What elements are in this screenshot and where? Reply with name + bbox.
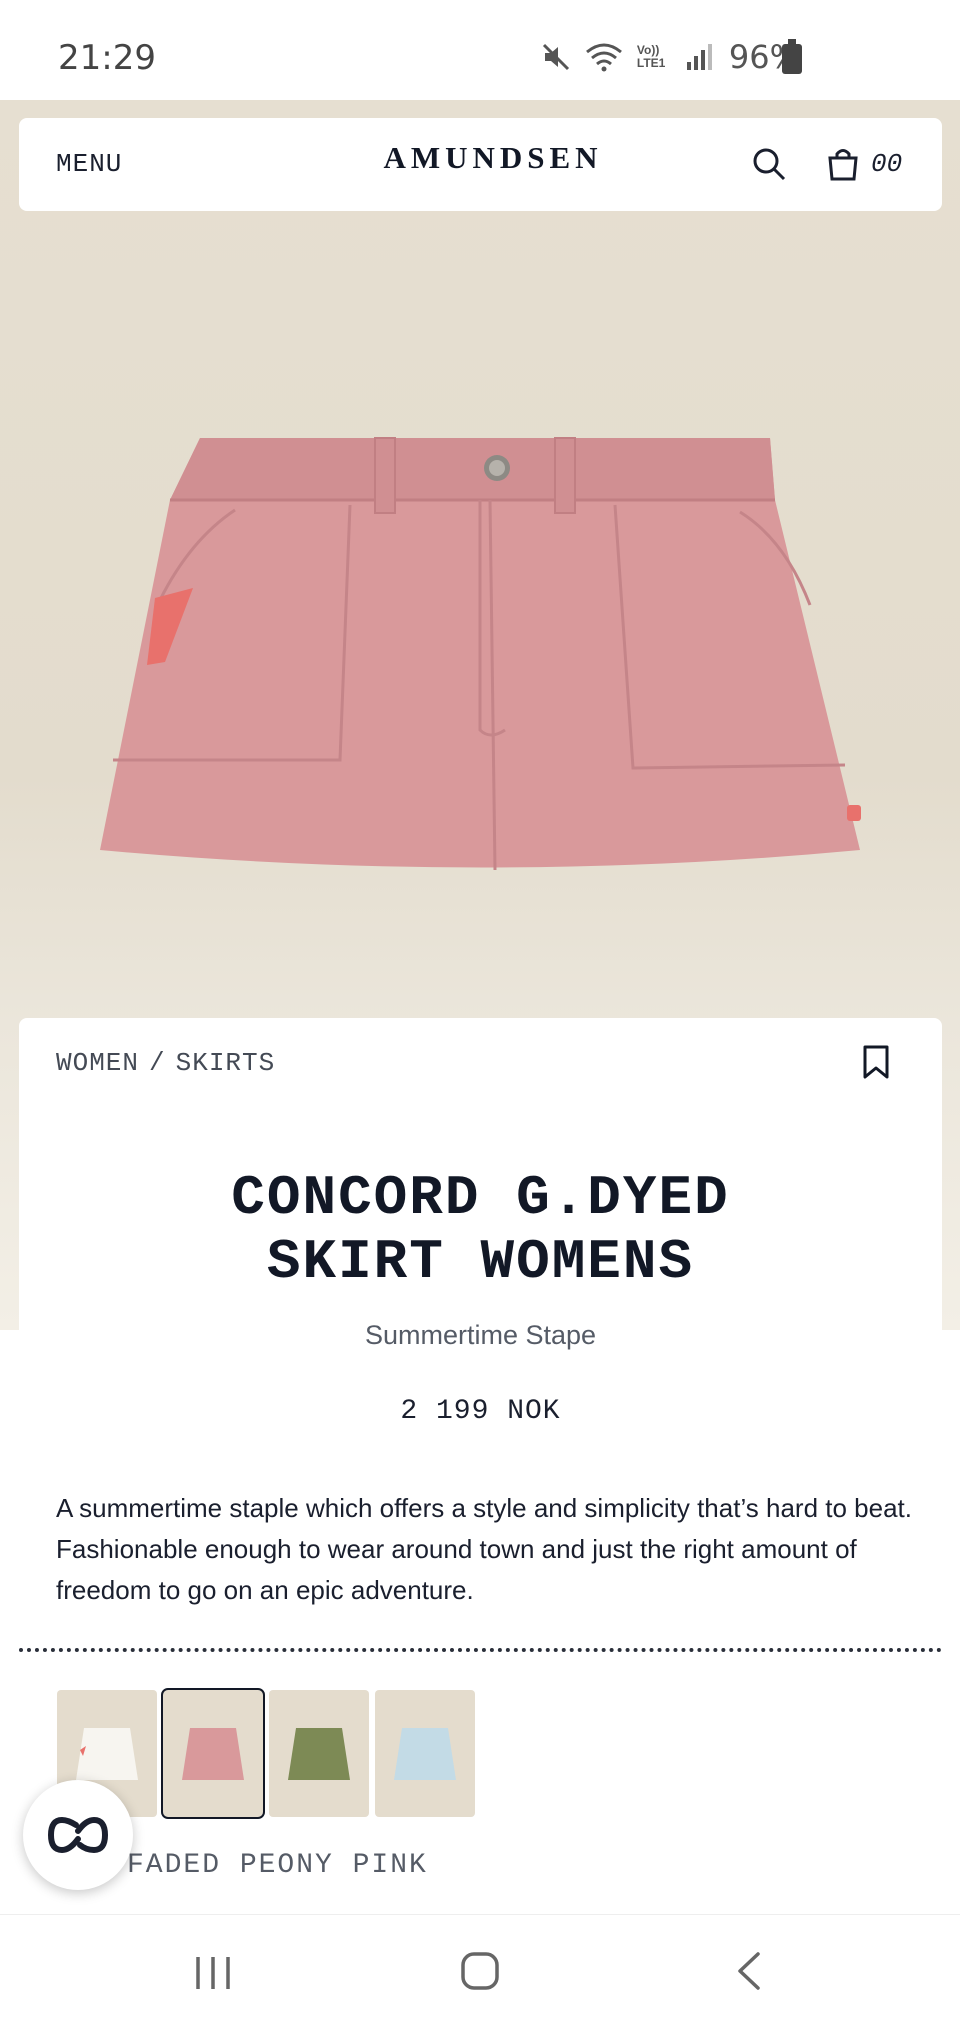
status-time: 21:29 [58, 38, 156, 78]
search-icon[interactable] [751, 146, 787, 182]
mute-icon [542, 43, 569, 71]
product-subtitle: Summertime Stape [364, 1320, 597, 1350]
cart-count: 00 [871, 149, 903, 179]
chat-logo-icon [48, 1817, 108, 1853]
wifi-icon [585, 43, 622, 72]
color-swatches [57, 1688, 475, 1819]
chat-button[interactable] [23, 1780, 133, 1890]
product-details-card: WOMEN / SKIRTS CONCORD G.DYED SKIRT WOME… [19, 1018, 942, 2027]
breadcrumb-skirts[interactable]: SKIRTS [176, 1048, 276, 1078]
swatch-pink[interactable] [161, 1688, 265, 1819]
battery-icon [782, 39, 802, 74]
divider [19, 1648, 942, 1652]
home-icon[interactable] [460, 1951, 500, 1991]
bookmark-icon[interactable] [862, 1044, 890, 1080]
system-navigation-bar [0, 1914, 960, 2027]
status-bar: 21:29 Vo)) LTE1 96% [0, 0, 960, 100]
site-header: MENU AMUNDSEN 00 [19, 118, 942, 211]
breadcrumb-women[interactable]: WOMEN [56, 1048, 139, 1078]
swatch-skirt-green [288, 1727, 350, 1780]
product-title: CONCORD G.DYED SKIRT WOMENS [231, 1166, 730, 1294]
menu-button[interactable]: MENU [56, 149, 122, 179]
breadcrumb-separator: / [149, 1048, 166, 1078]
status-icons: Vo)) LTE1 96% [541, 38, 800, 76]
product-image[interactable] [95, 430, 870, 1005]
cart-button[interactable]: 00 [827, 144, 937, 184]
brand-logo[interactable]: AMUNDSEN [345, 140, 641, 176]
recent-apps-icon[interactable] [193, 1955, 233, 1991]
back-icon[interactable] [734, 1951, 764, 1991]
selected-color-label: FADED PEONY PINK [127, 1850, 428, 1881]
swatch-skirt-blue [394, 1727, 456, 1780]
product-price: 2 199 NOK [400, 1396, 561, 1427]
swatch-skirt-white [76, 1727, 138, 1780]
breadcrumb: WOMEN / SKIRTS [56, 1048, 275, 1078]
swatch-skirt-pink [182, 1727, 244, 1780]
swatch-green[interactable] [269, 1690, 369, 1817]
swatch-blue[interactable] [375, 1690, 475, 1817]
product-description: A summertime staple which offers a style… [56, 1493, 912, 1605]
network-label: Vo)) LTE1 [636, 43, 666, 70]
bag-icon [828, 149, 858, 181]
signal-icon [686, 44, 712, 70]
